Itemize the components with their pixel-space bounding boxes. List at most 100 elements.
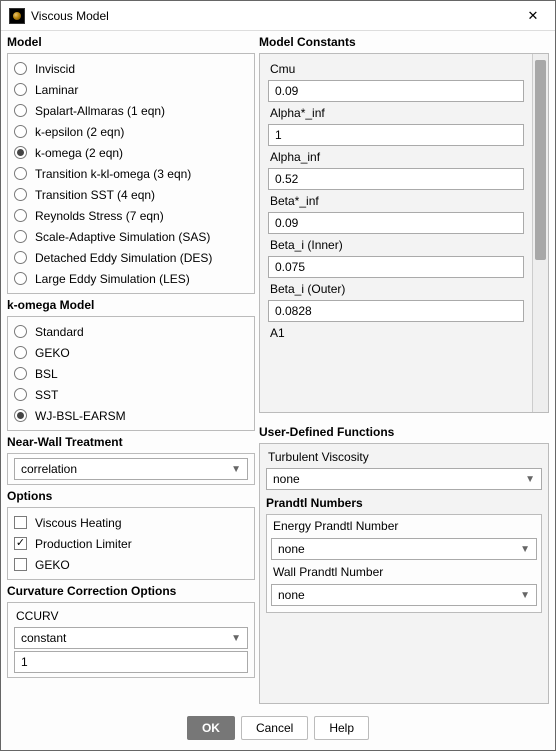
radio-icon — [14, 272, 27, 285]
constant-label: Alpha*_inf — [268, 104, 524, 122]
model-option[interactable]: Transition SST (4 eqn) — [14, 184, 248, 205]
radio-icon — [14, 83, 27, 96]
window-title: Viscous Model — [31, 9, 519, 23]
komega-section-label: k-omega Model — [7, 296, 255, 314]
turb-viscosity-value: none — [273, 472, 300, 486]
nearwall-select[interactable]: correlation ▼ — [14, 458, 248, 480]
radio-icon — [14, 409, 27, 422]
komega-option[interactable]: GEKO — [14, 342, 248, 363]
constants-panel: Cmu 0.09 Alpha*_inf 1 Alpha_inf 0.52 Beta*_inf… — [259, 53, 549, 413]
komega-option[interactable]: Standard — [14, 321, 248, 342]
left-column: Model InviscidLaminarSpalart-Allmaras (1… — [7, 35, 255, 704]
option-item[interactable]: Viscous Heating — [14, 512, 248, 533]
komega-option-label: Standard — [35, 325, 84, 339]
model-option[interactable]: Reynolds Stress (7 eqn) — [14, 205, 248, 226]
constants-scrollbar[interactable] — [532, 54, 548, 412]
model-option[interactable]: k-epsilon (2 eqn) — [14, 121, 248, 142]
chevron-down-icon: ▼ — [231, 464, 241, 475]
model-option[interactable]: Detached Eddy Simulation (DES) — [14, 247, 248, 268]
radio-icon — [14, 346, 27, 359]
wall-prandtl-value: none — [278, 588, 305, 602]
energy-prandtl-label: Energy Prandtl Number — [271, 517, 537, 535]
model-option[interactable]: Spalart-Allmaras (1 eqn) — [14, 100, 248, 121]
constant-label: Beta*_inf — [268, 192, 524, 210]
komega-option[interactable]: WJ-BSL-EARSM — [14, 405, 248, 426]
model-section-label: Model — [7, 35, 255, 51]
constant-label: A1 — [268, 324, 524, 342]
option-item[interactable]: Production Limiter — [14, 533, 248, 554]
footer: OK Cancel Help — [1, 706, 555, 750]
model-option[interactable]: k-omega (2 eqn) — [14, 142, 248, 163]
ccurv-select-value: constant — [21, 631, 66, 645]
ccurv-value-input[interactable]: 1 — [14, 651, 248, 673]
komega-option[interactable]: BSL — [14, 363, 248, 384]
udf-panel: Turbulent Viscosity none ▼ Prandtl Numbe… — [259, 443, 549, 704]
option-label: GEKO — [35, 558, 70, 572]
energy-prandtl-value: none — [278, 542, 305, 556]
titlebar: Viscous Model ✕ — [1, 1, 555, 31]
constant-value: 0.0828 — [275, 304, 312, 318]
turb-viscosity-select[interactable]: none ▼ — [266, 468, 542, 490]
constant-value: 0.09 — [275, 216, 298, 230]
radio-icon — [14, 104, 27, 117]
checkbox-icon — [14, 558, 27, 571]
constant-value: 0.09 — [275, 84, 298, 98]
content-area: Model InviscidLaminarSpalart-Allmaras (1… — [1, 31, 555, 706]
radio-icon — [14, 62, 27, 75]
model-option-label: Reynolds Stress (7 eqn) — [35, 209, 164, 223]
nearwall-panel: correlation ▼ — [7, 453, 255, 485]
energy-prandtl-select[interactable]: none ▼ — [271, 538, 537, 560]
constant-label: Alpha_inf — [268, 148, 524, 166]
constant-input[interactable]: 0.52 — [268, 168, 524, 190]
model-option-label: Large Eddy Simulation (LES) — [35, 272, 190, 286]
constant-input[interactable]: 1 — [268, 124, 524, 146]
constant-value: 0.52 — [275, 172, 298, 186]
ok-button[interactable]: OK — [187, 716, 235, 740]
wall-prandtl-select[interactable]: none ▼ — [271, 584, 537, 606]
chevron-down-icon: ▼ — [231, 633, 241, 644]
nearwall-select-value: correlation — [21, 462, 77, 476]
model-option[interactable]: Transition k-kl-omega (3 eqn) — [14, 163, 248, 184]
radio-icon — [14, 167, 27, 180]
cancel-button[interactable]: Cancel — [241, 716, 308, 740]
model-option-label: Scale-Adaptive Simulation (SAS) — [35, 230, 210, 244]
ccurv-select[interactable]: constant ▼ — [14, 627, 248, 649]
checkbox-icon — [14, 537, 27, 550]
scrollbar-thumb[interactable] — [535, 60, 546, 260]
radio-icon — [14, 209, 27, 222]
model-option[interactable]: Laminar — [14, 79, 248, 100]
model-option-label: k-epsilon (2 eqn) — [35, 125, 124, 139]
constant-value: 1 — [275, 128, 282, 142]
constant-input[interactable]: 0.09 — [268, 212, 524, 234]
constants-list: Cmu 0.09 Alpha*_inf 1 Alpha_inf 0.52 Beta*_inf… — [260, 54, 532, 412]
constant-value: 0.075 — [275, 260, 305, 274]
option-item[interactable]: GEKO — [14, 554, 248, 575]
radio-icon — [14, 146, 27, 159]
model-option[interactable]: Large Eddy Simulation (LES) — [14, 268, 248, 289]
checkbox-icon — [14, 516, 27, 529]
constant-label: Beta_i (Inner) — [268, 236, 524, 254]
prandtl-group: Energy Prandtl Number none ▼ Wall Prandt… — [266, 514, 542, 613]
model-option-label: Transition SST (4 eqn) — [35, 188, 155, 202]
radio-icon — [14, 251, 27, 264]
prandtl-section-label: Prandtl Numbers — [266, 492, 542, 512]
radio-icon — [14, 388, 27, 401]
constant-label: Cmu — [268, 60, 524, 78]
close-icon[interactable]: ✕ — [519, 6, 547, 26]
constant-input[interactable]: 0.075 — [268, 256, 524, 278]
constant-label: Beta_i (Outer) — [268, 280, 524, 298]
udf-section-label: User-Defined Functions — [259, 423, 549, 441]
help-button[interactable]: Help — [314, 716, 369, 740]
model-option[interactable]: Inviscid — [14, 58, 248, 79]
curvature-panel: CCURV constant ▼ 1 — [7, 602, 255, 678]
model-option-label: k-omega (2 eqn) — [35, 146, 123, 160]
constants-section-label: Model Constants — [259, 35, 549, 51]
komega-option-label: GEKO — [35, 346, 70, 360]
radio-icon — [14, 325, 27, 338]
komega-option-label: WJ-BSL-EARSM — [35, 409, 126, 423]
constant-input[interactable]: 0.09 — [268, 80, 524, 102]
model-option[interactable]: Scale-Adaptive Simulation (SAS) — [14, 226, 248, 247]
komega-panel: Standard GEKO BSLSST WJ-BSL-EARSM — [7, 316, 255, 431]
constant-input[interactable]: 0.0828 — [268, 300, 524, 322]
komega-option[interactable]: SST — [14, 384, 248, 405]
